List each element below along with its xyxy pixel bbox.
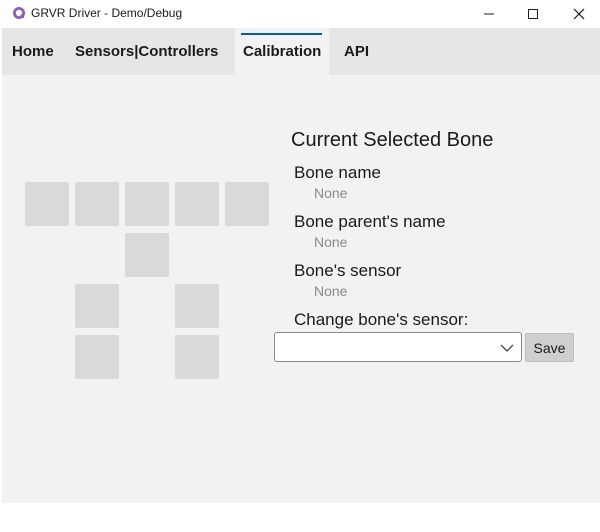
maximize-button[interactable] xyxy=(510,0,556,28)
change-sensor-label: Change bone's sensor: xyxy=(294,310,469,329)
bone-parent-value: None xyxy=(314,234,348,250)
sensor-select[interactable] xyxy=(274,332,522,362)
tab-home[interactable]: Home xyxy=(12,28,54,75)
chevron-down-icon xyxy=(500,341,514,359)
tab-api[interactable]: API xyxy=(344,28,369,75)
window-bottom-edge xyxy=(0,503,600,532)
close-icon xyxy=(573,8,585,20)
bone-name-value: None xyxy=(314,185,348,201)
bone-sensor-label: Bone's sensor xyxy=(294,261,402,280)
bone-tile[interactable] xyxy=(75,335,119,379)
bone-tile[interactable] xyxy=(125,182,169,226)
bone-tile[interactable] xyxy=(25,182,69,226)
bone-sensor-value: None xyxy=(314,283,348,299)
bone-tile[interactable] xyxy=(75,182,119,226)
close-button[interactable] xyxy=(556,0,600,28)
bone-tile[interactable] xyxy=(175,182,219,226)
tab-sensors-controllers[interactable]: Sensors|Controllers xyxy=(75,28,218,75)
window-title-bar: GRVR Driver - Demo/Debug xyxy=(0,0,600,28)
window-title: GRVR Driver - Demo/Debug xyxy=(31,6,183,20)
tab-calibration[interactable]: Calibration xyxy=(235,28,330,75)
app-logo-icon xyxy=(12,6,26,20)
bone-tile[interactable] xyxy=(225,182,269,226)
minimize-button[interactable] xyxy=(466,0,512,28)
maximize-icon xyxy=(527,8,539,20)
bone-tile[interactable] xyxy=(175,284,219,328)
selected-tab-indicator xyxy=(241,33,322,35)
section-title: Current Selected Bone xyxy=(291,129,494,151)
bone-tile[interactable] xyxy=(125,233,169,277)
minimize-icon xyxy=(483,8,495,20)
save-button[interactable]: Save xyxy=(525,333,574,362)
bone-tile[interactable] xyxy=(75,284,119,328)
nav-bar: Home Sensors|Controllers Calibration API xyxy=(2,28,600,75)
bone-parent-label: Bone parent's name xyxy=(294,212,446,231)
bone-tile[interactable] xyxy=(175,335,219,379)
bone-name-label: Bone name xyxy=(294,163,381,182)
